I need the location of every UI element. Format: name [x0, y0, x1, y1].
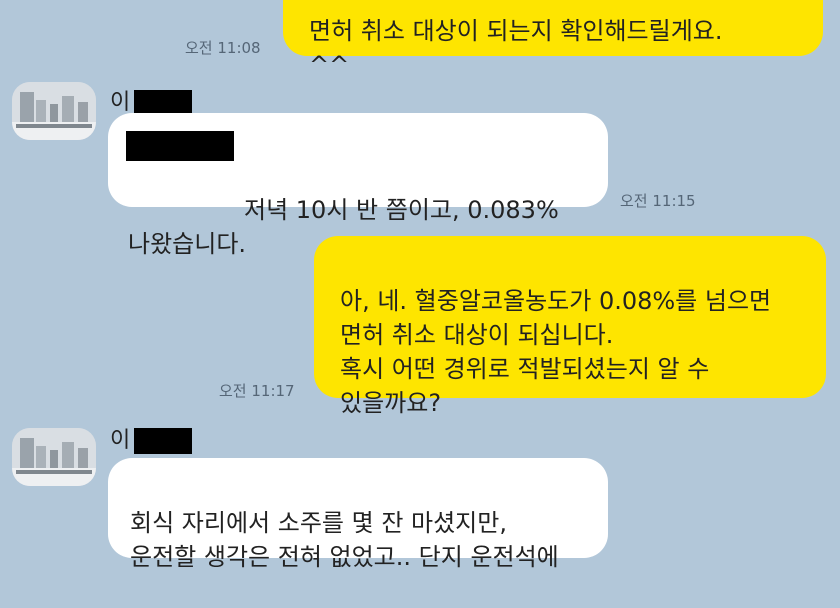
sender-name: 이: [110, 422, 193, 454]
message-timestamp: 오전 11:08: [185, 39, 261, 57]
message-timestamp: 오전 11:15: [620, 192, 696, 210]
sender-name-text: 이: [110, 90, 131, 115]
message-bubble-incoming[interactable]: 저녁 10시 반 쯤이고, 0.083% 나왔습니다.: [108, 113, 608, 258]
message-text: 회식 자리에서 소주를 몇 잔 마셨지만, 운전할 생각은 전혀 없었고.. 단…: [130, 509, 559, 571]
sender-avatar[interactable]: [12, 428, 96, 486]
avatar-photo-icon: [12, 428, 96, 486]
message-timestamp: 오전 11:17: [219, 382, 295, 400]
redacted-text-block: [126, 131, 234, 161]
avatar-photo-icon: [12, 82, 96, 140]
message-bubble-outgoing[interactable]: 아, 네. 혈중알코올농도가 0.08%를 넘으면 면허 취소 대상이 되십니다…: [314, 236, 826, 417]
redacted-name-block: [134, 428, 193, 454]
sender-avatar[interactable]: [12, 82, 96, 140]
sender-name-text: 이: [110, 428, 131, 453]
sender-name: 이: [110, 84, 193, 116]
message-bubble-incoming[interactable]: 회식 자리에서 소주를 몇 잔 마셨지만, 운전할 생각은 전혀 없었고.. 단…: [108, 458, 608, 571]
message-text: 아, 네. 혈중알코올농도가 0.08%를 넘으면 면허 취소 대상이 되십니다…: [340, 287, 772, 417]
message-bubble-outgoing[interactable]: 면허 취소 대상이 되는지 확인해드릴게요. ^^: [283, 0, 823, 79]
message-text: 면허 취소 대상이 되는지 확인해드릴게요. ^^: [309, 17, 723, 79]
